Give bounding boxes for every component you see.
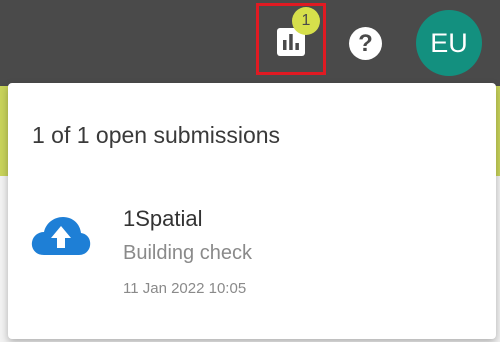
submission-timestamp: 11 Jan 2022 10:05: [123, 280, 247, 297]
cloud-upload-icon: [31, 217, 91, 255]
submission-name: 1Spatial: [123, 206, 203, 231]
submission-list-item[interactable]: 1Spatial Building check 11 Jan 2022 10:0…: [8, 193, 496, 303]
submissions-dropdown-panel: 1 of 1 open submissions 1Spatial Buildin…: [8, 83, 496, 339]
help-button[interactable]: ?: [349, 27, 382, 60]
notification-badge: 1: [292, 7, 320, 35]
panel-title: 1 of 1 open submissions: [32, 122, 281, 148]
submission-description: Building check: [123, 242, 252, 264]
user-avatar[interactable]: EU: [416, 10, 482, 76]
background-accent-strip: [0, 86, 8, 176]
